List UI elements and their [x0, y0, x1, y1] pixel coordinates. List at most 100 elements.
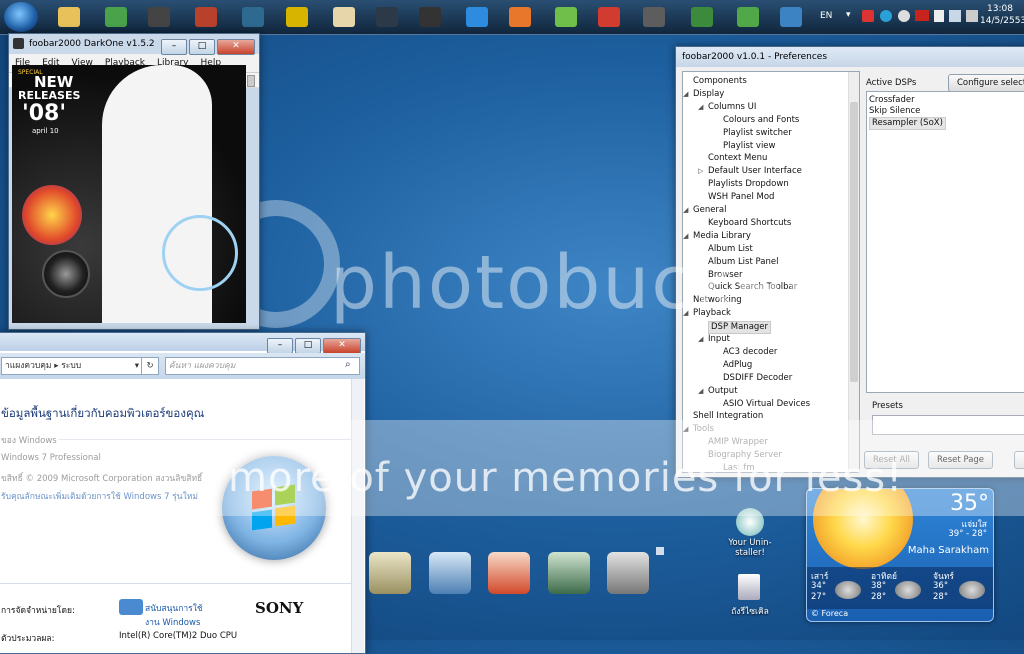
tree-node[interactable]: Playlist switcher: [723, 128, 792, 139]
tree-node[interactable]: Output: [708, 386, 738, 397]
search-icon[interactable]: ⌕: [345, 359, 351, 370]
support-icon[interactable]: [119, 599, 143, 615]
clock-date[interactable]: 14/5/2553: [980, 16, 1024, 26]
tree-node[interactable]: AdPlug: [723, 360, 752, 371]
start-button[interactable]: [4, 2, 38, 32]
action-center-icon[interactable]: [949, 10, 961, 22]
breadcrumb[interactable]: าแผงควบคุม ▸ ระบบ ▾: [1, 357, 142, 375]
volume-muted-icon[interactable]: [862, 10, 874, 22]
taskbar-app-button[interactable]: [325, 2, 363, 32]
starcraft-icon: [242, 7, 264, 27]
foobar-darkone-titlebar[interactable]: foobar2000 DarkOne v1.5.2 – □ ✕: [9, 34, 259, 55]
collapse-icon[interactable]: ◢: [683, 90, 688, 98]
collapse-icon[interactable]: ◢: [683, 232, 688, 240]
tree-node[interactable]: Context Menu: [708, 153, 767, 164]
taskbar-app-button[interactable]: [635, 2, 673, 32]
tree-node[interactable]: Playlist view: [723, 141, 776, 152]
uninstaller-label[interactable]: Your Unin-staller!: [718, 538, 782, 558]
watermark-logo: photobucket: [330, 240, 815, 326]
dropdown-chevron-icon[interactable]: ▾: [135, 358, 139, 374]
network-tray-icon[interactable]: [880, 10, 892, 22]
breadcrumb-control-panel[interactable]: าแผงควบคุม: [5, 361, 52, 371]
tree-node[interactable]: WSH Panel Mod: [708, 192, 774, 203]
taskbar-app-button[interactable]: [50, 2, 88, 32]
taskbar-app-button[interactable]: [187, 2, 225, 32]
clock-time[interactable]: 13:08: [987, 4, 1013, 14]
taskbar-app-button[interactable]: [411, 2, 449, 32]
collapse-icon[interactable]: ◢: [683, 206, 688, 214]
collapse-icon[interactable]: ◢: [698, 387, 703, 395]
dsp-item-selected[interactable]: Resampler (SoX): [869, 117, 946, 130]
tree-node[interactable]: ASIO Virtual Devices: [723, 399, 810, 410]
rain-cloud-icon: [959, 581, 985, 599]
taskbar-app-button[interactable]: [278, 2, 316, 32]
tree-node[interactable]: General: [693, 205, 727, 216]
taskbar-app-button[interactable]: [368, 2, 406, 32]
tree-node[interactable]: Default User Interface: [708, 166, 802, 177]
control-panel-icon: [780, 7, 802, 27]
close-button[interactable]: ✕: [323, 338, 361, 354]
dock-lock-icon[interactable]: [607, 552, 649, 594]
close-button[interactable]: ✕: [217, 39, 255, 55]
taskbar-app-button[interactable]: [772, 2, 810, 32]
dock-powerpoint-icon[interactable]: [488, 552, 530, 594]
dsp-item[interactable]: Crossfader: [869, 95, 915, 106]
tree-scrollbar[interactable]: [848, 72, 859, 472]
minimize-button[interactable]: –: [267, 338, 293, 354]
weather-source[interactable]: © Foreca: [811, 609, 848, 618]
internet-explorer-icon: [466, 7, 488, 27]
taskbar-app-button[interactable]: [547, 2, 585, 32]
ati-tray-icon[interactable]: [915, 10, 929, 21]
search-input[interactable]: ค้นหา แผงควบคุม: [165, 357, 360, 375]
maximize-button[interactable]: □: [189, 39, 215, 55]
watermark-tagline: more of your memories for less!: [228, 455, 904, 501]
taskbar-app-button[interactable]: [140, 2, 178, 32]
sync-tray-icon[interactable]: [898, 10, 910, 22]
refresh-button[interactable]: ↻: [141, 357, 159, 375]
tray-chevron-icon[interactable]: ▾: [846, 10, 851, 20]
usb-tray-icon[interactable]: [934, 10, 944, 22]
tree-node[interactable]: Columns UI: [708, 102, 756, 113]
preferences-titlebar[interactable]: foobar2000 v1.0.1 - Preferences: [676, 47, 1024, 67]
minimize-button[interactable]: –: [161, 39, 187, 55]
breadcrumb-system[interactable]: ระบบ: [61, 361, 81, 371]
taskbar-app-button[interactable]: [683, 2, 721, 32]
taskbar-app-button[interactable]: [590, 2, 628, 32]
recycle-bin-label[interactable]: ถังรีไซเคิล: [726, 604, 774, 618]
dock-screenshot-icon[interactable]: [548, 552, 590, 594]
support-link[interactable]: สนับสนุนการใช้งาน Windows: [145, 601, 215, 629]
language-indicator[interactable]: EN: [820, 11, 832, 21]
tree-node[interactable]: Input: [708, 334, 730, 345]
maximize-button[interactable]: □: [295, 338, 321, 354]
collapse-icon[interactable]: ◢: [698, 103, 703, 111]
tree-node[interactable]: Display: [693, 89, 724, 100]
tree-node[interactable]: Components: [693, 76, 747, 87]
gadget-close-icon[interactable]: [656, 547, 664, 555]
tree-node[interactable]: Keyboard Shortcuts: [708, 218, 791, 229]
tree-node[interactable]: DSDIFF Decoder: [723, 373, 792, 384]
taskbar-app-button[interactable]: [97, 2, 135, 32]
city-name[interactable]: Maha Sarakham: [908, 545, 989, 556]
taskbar-app-button[interactable]: [234, 2, 272, 32]
configure-selected-button[interactable]: Configure selected: [948, 74, 1024, 92]
dock-monitor-icon[interactable]: [429, 552, 471, 594]
explorer-folder-icon: [58, 7, 80, 27]
system-titlebar[interactable]: – □ ✕: [0, 333, 365, 354]
recycle-bin-icon[interactable]: [738, 574, 760, 600]
firefox-icon: [509, 7, 531, 27]
dock-computer-icon[interactable]: [369, 552, 411, 594]
taskbar-app-button[interactable]: [501, 2, 539, 32]
tree-node[interactable]: Playlists Dropdown: [708, 179, 789, 190]
seek-handle[interactable]: [247, 75, 255, 87]
media-player-icon: [598, 7, 620, 27]
collapse-icon[interactable]: ◢: [698, 335, 703, 343]
expand-icon[interactable]: ▷: [698, 167, 703, 175]
tree-scroll-thumb[interactable]: [850, 102, 858, 382]
taskbar-app-button[interactable]: [458, 2, 496, 32]
tree-node[interactable]: AC3 decoder: [723, 347, 777, 358]
taskbar-app-button[interactable]: [729, 2, 767, 32]
tree-node[interactable]: Colours and Fonts: [723, 115, 799, 126]
dsp-item[interactable]: Skip Silence: [869, 106, 920, 117]
foobar-app-icon: [13, 38, 24, 49]
display-tray-icon[interactable]: [966, 10, 978, 22]
